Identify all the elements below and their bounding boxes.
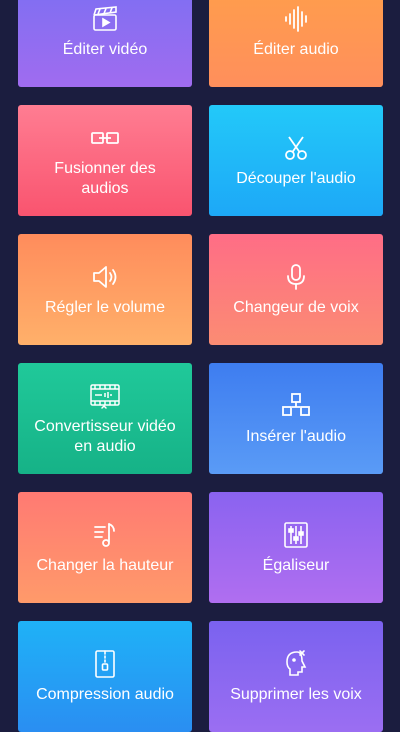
compress-audio-tile[interactable]: Compression audio — [18, 621, 192, 732]
video-to-audio-icon — [90, 381, 120, 411]
insert-blocks-icon — [281, 391, 311, 421]
video-to-audio-label: Convertisseur vidéo en audio — [34, 417, 176, 455]
edit-audio-tile[interactable]: Éditer audio — [209, 0, 383, 87]
speaker-icon — [90, 262, 120, 292]
equalizer-icon — [281, 520, 311, 550]
volume-label: Régler le volume — [44, 298, 166, 316]
merge-audio-label: Fusionner des audios — [54, 159, 156, 197]
merge-icon — [90, 123, 120, 153]
insert-audio-tile[interactable]: Insérer l'audio — [209, 363, 383, 474]
voice-changer-label: Changeur de voix — [233, 298, 359, 316]
edit-audio-label: Éditer audio — [253, 40, 339, 58]
microphone-icon — [281, 262, 311, 292]
insert-audio-label: Insérer l'audio — [246, 427, 346, 445]
voice-changer-tile[interactable]: Changeur de voix — [209, 234, 383, 345]
equalizer-tile[interactable]: Égaliseur — [209, 492, 383, 603]
pitch-icon — [90, 520, 120, 550]
change-pitch-tile[interactable]: Changer la hauteur — [18, 492, 192, 603]
cut-audio-tile[interactable]: Découper l'audio — [209, 105, 383, 216]
equalizer-label: Égaliseur — [262, 556, 330, 574]
waveform-icon — [281, 4, 311, 34]
remove-voice-label: Supprimer les voix — [230, 685, 362, 703]
clapperboard-icon — [90, 4, 120, 34]
voice-remove-icon — [281, 649, 311, 679]
tool-grid: Éditer vidéo Éditer audio Fusionner des … — [0, 0, 400, 732]
scissors-icon — [281, 133, 311, 163]
compress-audio-label: Compression audio — [36, 685, 174, 703]
cut-audio-label: Découper l'audio — [236, 169, 356, 187]
volume-tile[interactable]: Régler le volume — [18, 234, 192, 345]
merge-audio-tile[interactable]: Fusionner des audios — [18, 105, 192, 216]
edit-video-tile[interactable]: Éditer vidéo — [18, 0, 192, 87]
video-to-audio-tile[interactable]: Convertisseur vidéo en audio — [18, 363, 192, 474]
change-pitch-label: Changer la hauteur — [36, 556, 174, 574]
edit-video-label: Éditer vidéo — [62, 40, 148, 58]
zip-file-icon — [90, 649, 120, 679]
remove-voice-tile[interactable]: Supprimer les voix — [209, 621, 383, 732]
